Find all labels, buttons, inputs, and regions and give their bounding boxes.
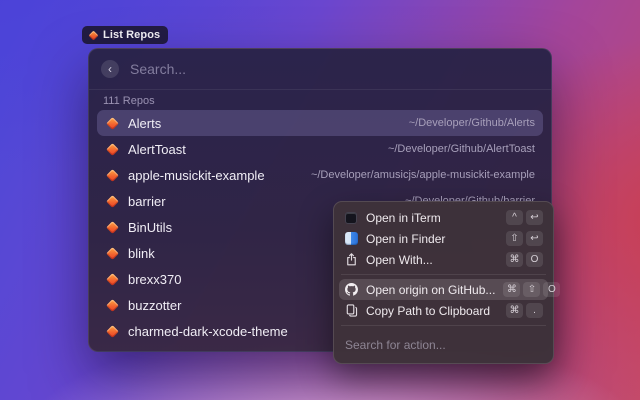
back-button[interactable]: ‹ xyxy=(101,60,119,78)
action-menu-item[interactable]: Copy Path to Clipboard ⌘. xyxy=(339,300,548,321)
action-menu-item[interactable]: Open origin on GitHub... ⌘⇧O xyxy=(339,279,548,300)
repo-name: brexx370 xyxy=(128,272,181,287)
repo-name: barrier xyxy=(128,194,166,209)
finder-app-icon xyxy=(344,232,358,246)
repo-diamond-icon xyxy=(88,30,98,40)
repo-diamond-icon xyxy=(105,272,119,286)
repo-diamond-icon xyxy=(105,220,119,234)
keycap: ⌘ xyxy=(506,252,523,267)
search-input[interactable]: Search... xyxy=(130,61,186,77)
repo-diamond-icon xyxy=(105,350,119,352)
keycap: O xyxy=(543,282,560,297)
repo-name: AlertToast xyxy=(128,142,186,157)
shortcut-keys: ⇧↩ xyxy=(506,231,543,246)
keycap: ↩ xyxy=(526,210,543,225)
section-header: 111 Repos xyxy=(97,92,543,110)
shortcut-keys: ^↩ xyxy=(506,210,543,225)
keycap: ⇧ xyxy=(523,282,540,297)
menu-divider xyxy=(341,274,546,275)
repo-diamond-icon xyxy=(105,246,119,260)
action-menu-item[interactable]: Open in Finder ⇧↩ xyxy=(339,228,548,249)
action-label: Open origin on GitHub... xyxy=(366,283,495,297)
repo-diamond-icon xyxy=(105,142,119,156)
action-label: Open With... xyxy=(366,253,433,267)
action-menu-item[interactable]: Open in iTerm ^↩ xyxy=(339,207,548,228)
keycap: ⌘ xyxy=(506,303,523,318)
repo-diamond-icon xyxy=(105,116,119,130)
action-menu-item[interactable]: Open With... ⌘O xyxy=(339,249,548,270)
github-icon xyxy=(344,283,358,297)
repo-diamond-icon xyxy=(105,194,119,208)
keycap: . xyxy=(526,303,543,318)
repo-diamond-icon xyxy=(105,324,119,338)
action-label: Copy Path to Clipboard xyxy=(366,304,490,318)
open-with-icon xyxy=(344,253,358,267)
menu-divider xyxy=(341,325,546,326)
repo-name: BinUtils xyxy=(128,220,172,235)
repo-name: apple-musickit-example xyxy=(128,168,265,183)
action-search-input[interactable]: Search for action... xyxy=(339,330,548,358)
clipboard-icon xyxy=(344,304,358,318)
action-label: Open in Finder xyxy=(366,232,445,246)
action-menu-items: Open in iTerm ^↩ Open in Finder ⇧↩ Open … xyxy=(339,207,548,321)
repo-name: buzzotter xyxy=(128,298,181,313)
repo-name: Alerts xyxy=(128,116,161,131)
repo-name: chaseimport xyxy=(128,350,199,353)
repo-path: ~/Developer/Github/AlertToast xyxy=(388,143,535,155)
shortcut-keys: ⌘⇧O xyxy=(503,282,560,297)
repo-name: blink xyxy=(128,246,155,261)
keycap: ^ xyxy=(506,210,523,225)
search-bar: ‹ Search... xyxy=(89,49,551,89)
keycap: ↩ xyxy=(526,231,543,246)
keycap: ⇧ xyxy=(506,231,523,246)
repo-path: ~/Developer/Github/Alerts xyxy=(409,117,535,129)
action-label: Open in iTerm xyxy=(366,211,441,225)
shortcut-keys: ⌘O xyxy=(506,252,543,267)
keycap: ⌘ xyxy=(503,282,520,297)
action-menu: Open in iTerm ^↩ Open in Finder ⇧↩ Open … xyxy=(333,201,554,364)
keycap: O xyxy=(526,252,543,267)
iterm-app-icon xyxy=(344,211,358,225)
repo-diamond-icon xyxy=(105,298,119,312)
shortcut-keys: ⌘. xyxy=(506,303,543,318)
extension-badge: List Repos xyxy=(82,26,168,44)
repo-path: ~/Developer/amusicjs/apple-musickit-exam… xyxy=(311,169,535,181)
chevron-left-icon: ‹ xyxy=(108,63,112,75)
repo-name: charmed-dark-xcode-theme xyxy=(128,324,288,339)
repo-row[interactable]: Alerts ~/Developer/Github/Alerts xyxy=(97,110,543,136)
repo-row[interactable]: AlertToast ~/Developer/Github/AlertToast xyxy=(97,136,543,162)
repo-diamond-icon xyxy=(105,168,119,182)
extension-badge-label: List Repos xyxy=(103,29,160,41)
repo-row[interactable]: apple-musickit-example ~/Developer/amusi… xyxy=(97,162,543,188)
